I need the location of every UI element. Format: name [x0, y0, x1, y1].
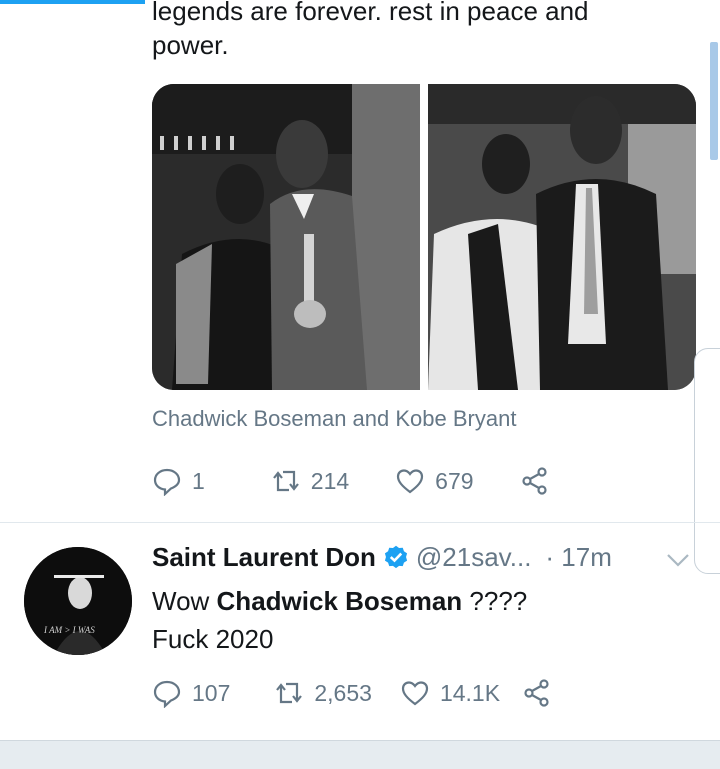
display-name[interactable]: Saint Laurent Don	[152, 542, 376, 573]
like-count: 679	[435, 467, 474, 494]
share-icon	[524, 679, 549, 707]
chevron-down-icon[interactable]	[664, 548, 692, 572]
tweet1-actions: 1 214 679	[152, 466, 550, 496]
mention-bold: Chadwick Boseman	[216, 586, 463, 616]
timestamp: · 17m	[545, 542, 612, 572]
tweet-header: Saint Laurent Don @21sav... · 17m	[152, 542, 612, 573]
tweet-text-suffix: ????	[462, 586, 528, 616]
tweet-text: Wow Chadwick Boseman ???? Fuck 2020	[152, 582, 527, 658]
reply-button[interactable]: 107	[152, 678, 230, 708]
tweet-text-prefix: Wow	[152, 586, 217, 616]
retweet-icon	[272, 470, 299, 492]
bottom-separator	[0, 740, 720, 769]
media-caption: Chadwick Boseman and Kobe Bryant	[152, 406, 517, 431]
tweet-divider	[0, 522, 720, 523]
share-icon	[521, 467, 547, 495]
side-panel-handle[interactable]	[694, 348, 720, 574]
like-count: 14.1K	[439, 679, 501, 706]
like-icon	[397, 469, 424, 494]
retweet-count: 214	[310, 467, 350, 494]
retweet-button[interactable]: 2,653	[274, 678, 372, 708]
retweet-count: 2,653	[314, 679, 372, 706]
tweet-text: legends are forever. rest in peace and p…	[152, 0, 589, 60]
tweet-text-line2: Fuck 2020	[152, 624, 274, 654]
top-progress-indicator	[0, 0, 145, 4]
like-button[interactable]: 679	[395, 466, 474, 496]
reply-icon	[153, 468, 181, 496]
avatar[interactable]: I AM > I WAS	[24, 547, 132, 655]
tweet2-actions: 107 2,653 14.1K	[152, 678, 552, 708]
share-button[interactable]	[520, 466, 550, 496]
verified-icon	[384, 545, 407, 568]
reply-icon	[153, 680, 181, 708]
retweet-icon	[276, 682, 303, 704]
share-button[interactable]	[522, 678, 552, 708]
photo-left[interactable]	[152, 84, 420, 390]
reply-count: 107	[192, 679, 231, 706]
reply-count: 1	[192, 467, 205, 494]
like-button[interactable]: 14.1K	[400, 678, 500, 708]
photo-right[interactable]	[428, 84, 696, 390]
retweet-button[interactable]: 214	[271, 466, 349, 496]
like-icon	[401, 681, 429, 706]
user-handle[interactable]: @21sav...	[416, 542, 532, 573]
reply-button[interactable]: 1	[152, 466, 205, 496]
avatar-text: I AM > I WAS	[43, 625, 95, 635]
tweet-media[interactable]	[152, 84, 696, 390]
scrollbar[interactable]	[710, 42, 718, 160]
